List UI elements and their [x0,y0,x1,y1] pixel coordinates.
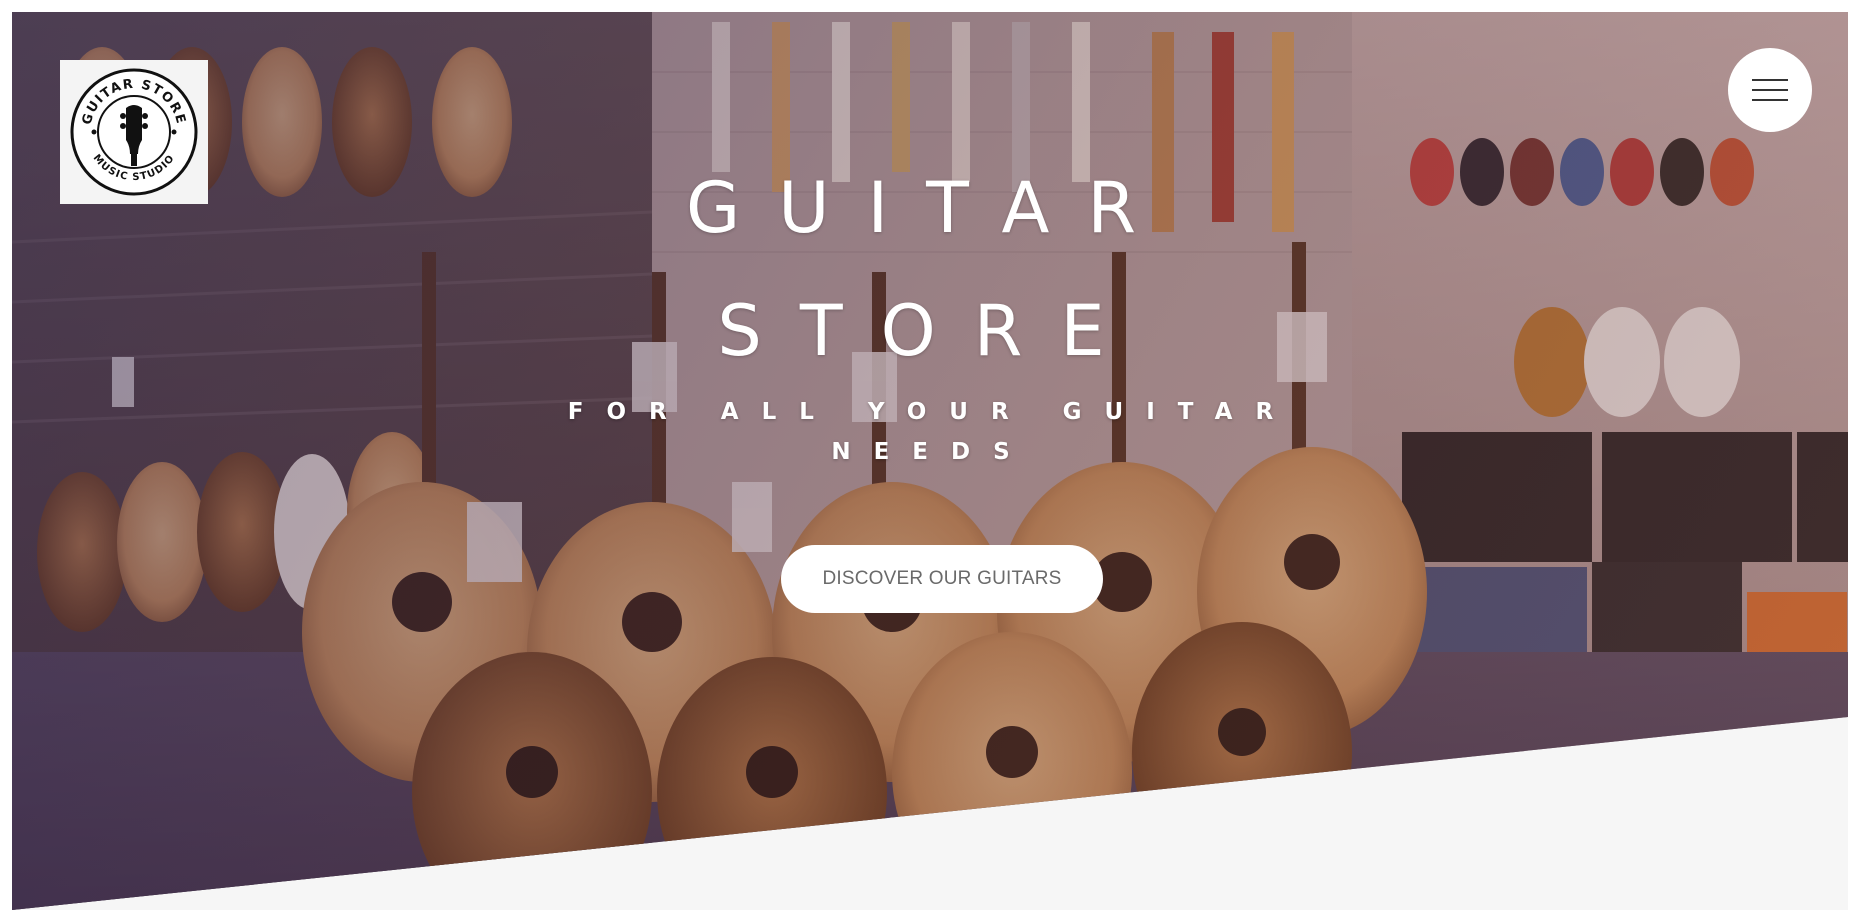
hero-section: GUITAR STORE MUSIC STUDIO GUITAR STORE F… [12,12,1848,910]
hero-tagline: FOR ALL YOUR GUITAR NEEDS [567,399,1297,465]
hero-title-line1: GUITAR [686,167,1174,249]
hamburger-menu-button[interactable] [1728,48,1812,132]
hamburger-menu-icon-bar-bottom [1752,99,1788,101]
page-frame: GUITAR STORE MUSIC STUDIO GUITAR STORE F… [12,12,1848,910]
hamburger-menu-icon-bar-top [1752,79,1788,81]
discover-guitars-button[interactable]: DISCOVER OUR GUITARS [781,545,1103,613]
hamburger-menu-icon-bar-middle [1752,89,1788,91]
hero-title-line2: STORE [717,290,1143,372]
